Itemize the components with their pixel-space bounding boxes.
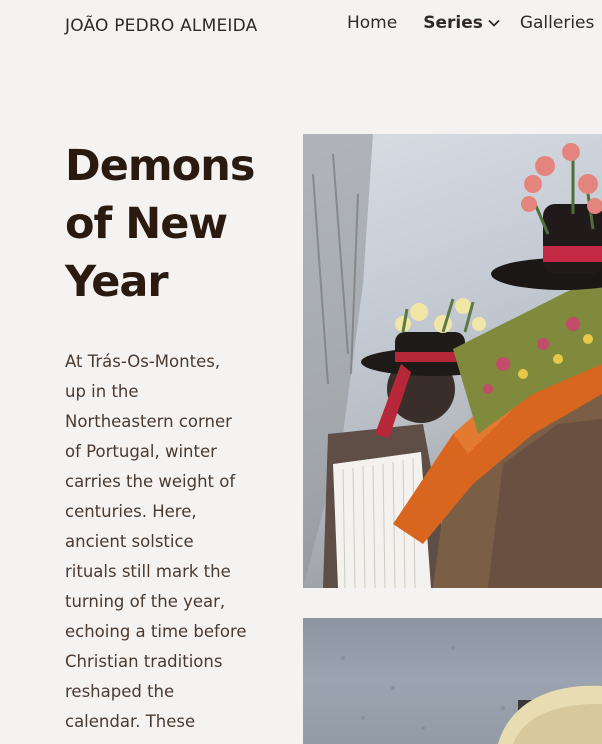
series-photo-masked-figures[interactable] [303, 134, 602, 588]
intro-line: calendar. These [65, 712, 196, 731]
intro-line: Northeastern corner [65, 412, 232, 431]
nav-series[interactable]: Series [423, 13, 500, 33]
intro-line: reshaped the [65, 682, 175, 701]
intro-line: At Trás-Os-Montes, [65, 352, 221, 371]
intro-line: turning of the year, [65, 592, 226, 611]
intro-line: rituals still mark the [65, 562, 231, 581]
intro-line: carries the weight of [65, 472, 236, 491]
page-title: Demons of New Year [65, 137, 285, 311]
intro-line: of Portugal, winter [65, 442, 217, 461]
title-line: Year [65, 257, 169, 307]
intro-line: ancient solstice [65, 532, 194, 551]
site-header: JOÃO PEDRO ALMEIDA Home Series Galleries [0, 0, 602, 52]
nav-series-label: Series [423, 13, 483, 33]
intro-text: At Trás-Os-Montes, up in the Northeaster… [65, 347, 255, 737]
intro-line: up in the [65, 382, 139, 401]
photo-illustration [303, 618, 602, 744]
nav-galleries[interactable]: Galleries [520, 13, 595, 33]
title-line: Demons [65, 141, 255, 191]
intro-line: centuries. Here, [65, 502, 197, 521]
series-photo-wall[interactable] [303, 618, 602, 744]
chevron-down-icon [488, 19, 500, 27]
site-brand[interactable]: JOÃO PEDRO ALMEIDA [65, 16, 257, 36]
intro-line: Christian traditions [65, 652, 223, 671]
intro-line: echoing a time before [65, 622, 247, 641]
nav-home[interactable]: Home [347, 13, 397, 33]
title-line: of New [65, 199, 228, 249]
photo-illustration [303, 134, 602, 588]
main-nav: Home Series Galleries [347, 13, 594, 33]
